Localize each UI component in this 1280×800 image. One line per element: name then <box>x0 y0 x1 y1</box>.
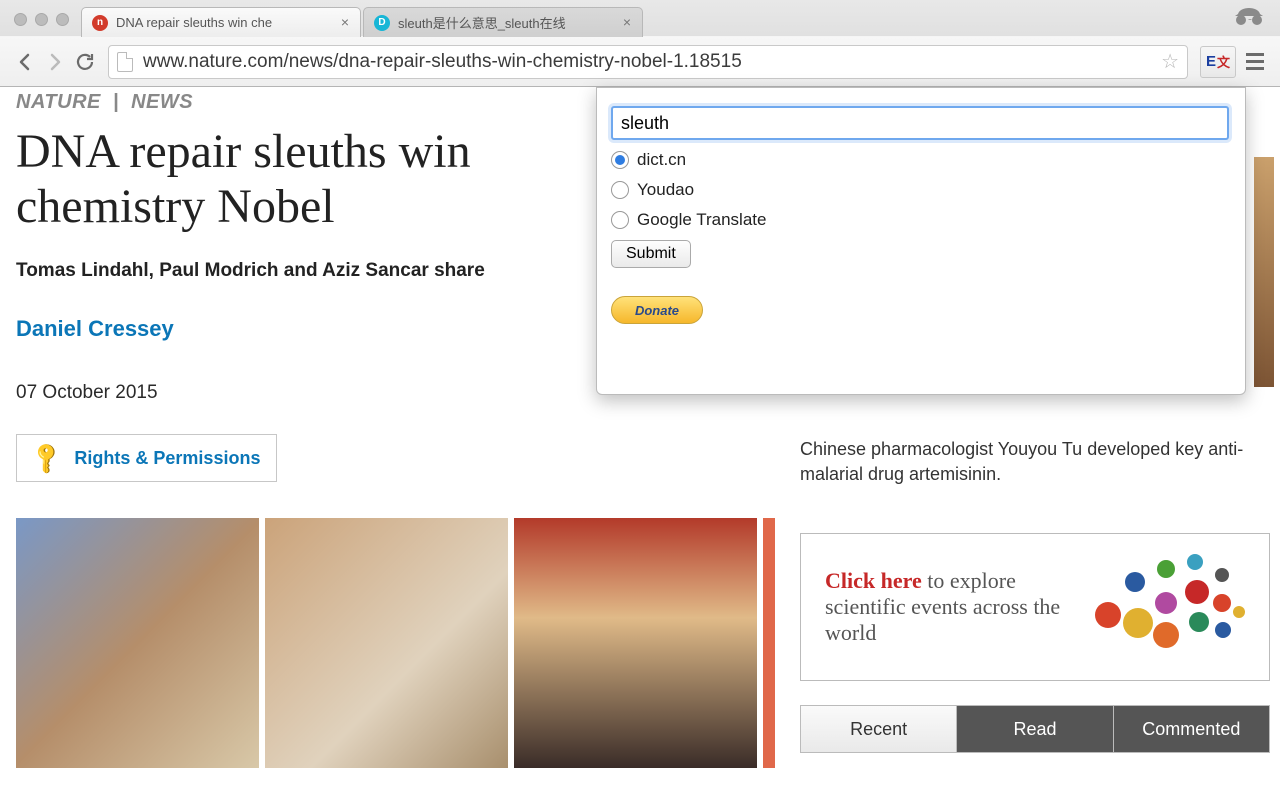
sidebar-tab-read[interactable]: Read <box>957 706 1113 752</box>
rights-label: Rights & Permissions <box>74 448 260 469</box>
sidebar-image <box>1254 157 1274 387</box>
radio-option-dictcn[interactable]: dict.cn <box>611 150 1229 170</box>
page-icon <box>117 52 133 72</box>
submit-button[interactable]: Submit <box>611 240 691 268</box>
key-icon: 🔑 <box>28 439 66 477</box>
sidebar-tabs: Recent Read Commented <box>800 705 1270 753</box>
window-controls <box>14 13 69 26</box>
url-text: www.nature.com/news/dna-repair-sleuths-w… <box>143 51 742 73</box>
minimize-window-icon[interactable] <box>35 13 48 26</box>
breadcrumb-item[interactable]: NEWS <box>131 91 193 113</box>
photo <box>16 518 259 768</box>
reload-button[interactable] <box>70 47 100 77</box>
radio-label: Youdao <box>637 180 694 200</box>
page-content: NATURE | NEWS DNA repair sleuths win che… <box>0 87 1280 768</box>
radio-label: dict.cn <box>637 150 686 170</box>
maximize-window-icon[interactable] <box>56 13 69 26</box>
ext-letter-e: E <box>1206 53 1216 70</box>
promo-box[interactable]: Click here to explore scientific events … <box>800 533 1270 681</box>
ext-letter-cn: 文 <box>1217 52 1230 71</box>
photo-strip <box>763 518 775 768</box>
radio-icon <box>611 211 629 229</box>
donate-button[interactable]: Donate <box>611 296 703 324</box>
promo-click-here: Click here <box>825 568 922 593</box>
radio-icon <box>611 151 629 169</box>
radio-option-google[interactable]: Google Translate <box>611 210 1229 230</box>
promo-text: Click here to explore scientific events … <box>825 568 1075 646</box>
photo <box>265 518 508 768</box>
tab-active[interactable]: n DNA repair sleuths win che × <box>81 7 361 37</box>
tab-title: sleuth是什么意思_sleuth在线 <box>398 13 614 32</box>
browser-menu-button[interactable] <box>1240 47 1270 77</box>
close-window-icon[interactable] <box>14 13 27 26</box>
sidebar-tab-commented[interactable]: Commented <box>1114 706 1269 752</box>
toolbar: www.nature.com/news/dna-repair-sleuths-w… <box>0 36 1280 86</box>
address-bar[interactable]: www.nature.com/news/dna-repair-sleuths-w… <box>108 45 1188 79</box>
radio-label: Google Translate <box>637 210 766 230</box>
close-tab-icon[interactable]: × <box>620 16 634 30</box>
photo <box>514 518 757 768</box>
tab-inactive[interactable]: D sleuth是什么意思_sleuth在线 × <box>363 7 643 37</box>
breadcrumb-item[interactable]: NATURE <box>16 91 101 113</box>
breadcrumb-sep: | <box>113 91 119 113</box>
article-headline: DNA repair sleuths win chemistry Nobel <box>16 124 606 234</box>
forward-button[interactable] <box>40 47 70 77</box>
browser-chrome: n DNA repair sleuths win che × D sleuth是… <box>0 0 1280 87</box>
incognito-icon <box>1232 4 1266 35</box>
sidebar-tab-recent[interactable]: Recent <box>801 706 957 752</box>
rights-permissions-button[interactable]: 🔑 Rights & Permissions <box>16 434 277 482</box>
favicon-icon: D <box>374 15 390 31</box>
back-button[interactable] <box>10 47 40 77</box>
close-tab-icon[interactable]: × <box>338 16 352 30</box>
search-input[interactable] <box>611 106 1229 140</box>
sidebar: Chinese pharmacologist Youyou Tu develop… <box>800 437 1270 753</box>
radio-option-youdao[interactable]: Youdao <box>611 180 1229 200</box>
bookmark-star-icon[interactable]: ☆ <box>1161 49 1179 74</box>
favicon-icon: n <box>92 15 108 31</box>
tab-title: DNA repair sleuths win che <box>116 15 332 30</box>
sidebar-text: Chinese pharmacologist Youyou Tu develop… <box>800 437 1270 487</box>
tab-bar: n DNA repair sleuths win che × D sleuth是… <box>0 0 1280 36</box>
extension-popup: dict.cn Youdao Google Translate Submit D… <box>596 87 1246 395</box>
promo-graphic <box>1095 552 1245 662</box>
translate-extension-button[interactable]: E文 <box>1200 46 1236 78</box>
radio-icon <box>611 181 629 199</box>
